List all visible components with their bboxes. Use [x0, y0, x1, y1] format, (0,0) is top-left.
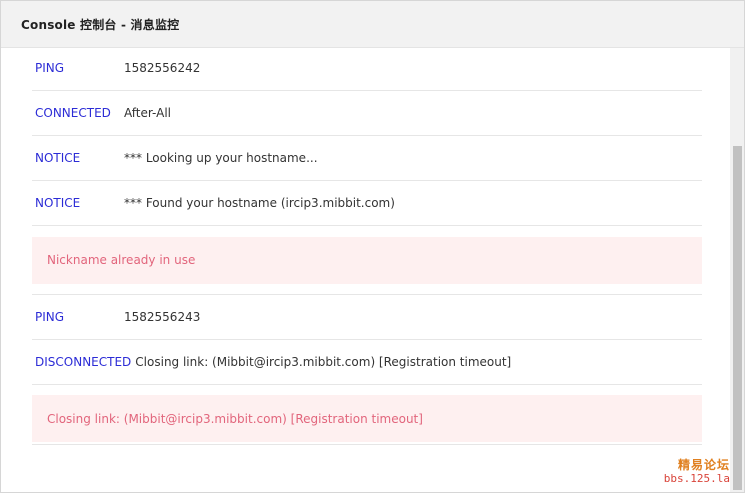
log-message: *** Found your hostname (ircip3.mibbit.c…: [124, 196, 395, 210]
watermark-name: 精易论坛: [677, 458, 730, 472]
log-message: 1582556243: [124, 310, 201, 324]
log-type: PING: [35, 310, 65, 324]
log-alert-row: Closing link: (Mibbit@ircip3.mibbit.com)…: [32, 385, 702, 445]
log-row: PING 1582556242: [32, 48, 702, 91]
log-type: PING: [35, 61, 65, 75]
log-row: NOTICE *** Looking up your hostname...: [32, 136, 702, 181]
log-row: NOTICE *** Found your hostname (ircip3.m…: [32, 181, 702, 226]
log-scroll-area[interactable]: PING 1582556242 CONNECTED After-All NOTI…: [1, 48, 730, 492]
log-message: *** Looking up your hostname...: [124, 151, 318, 165]
log-type: CONNECTED: [35, 106, 111, 120]
error-alert: Nickname already in use: [32, 236, 702, 284]
log-message: 1582556242: [124, 61, 201, 75]
vertical-scrollbar[interactable]: [730, 48, 744, 492]
log-type: NOTICE: [35, 151, 81, 165]
log-row: PING 1582556243: [32, 295, 702, 340]
log-alert-row: Nickname already in use: [32, 226, 702, 295]
message-log: PING 1582556242 CONNECTED After-All NOTI…: [32, 48, 702, 445]
log-message: After-All: [124, 106, 171, 120]
forum-watermark: 精易论坛 bbs.125.la: [664, 458, 730, 486]
watermark-url: bbs.125.la: [663, 472, 730, 485]
log-type: DISCONNECTED: [35, 355, 132, 369]
log-message: Closing link: (Mibbit@ircip3.mibbit.com)…: [135, 355, 512, 369]
window-titlebar: Console 控制台 - 消息监控: [1, 1, 744, 48]
error-alert: Closing link: (Mibbit@ircip3.mibbit.com)…: [32, 395, 702, 442]
log-row: DISCONNECTED Closing link: (Mibbit@ircip…: [32, 340, 702, 385]
window-title: Console 控制台 - 消息监控: [21, 17, 180, 32]
scrollbar-thumb[interactable]: [733, 146, 742, 490]
log-type: NOTICE: [35, 196, 81, 210]
log-row: CONNECTED After-All: [32, 91, 702, 136]
console-window: Console 控制台 - 消息监控 PING 1582556242 CONNE…: [0, 0, 745, 493]
